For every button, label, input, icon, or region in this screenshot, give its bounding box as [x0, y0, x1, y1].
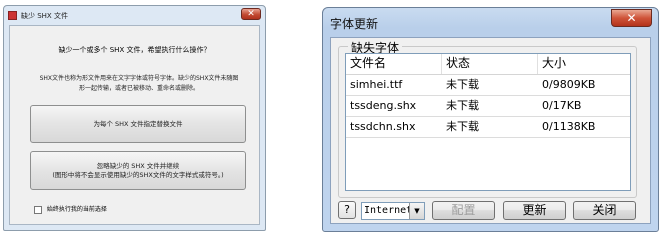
font-list: 文件名 状态 大小 simhei.ttf 未下载 0/9809KB tssden…: [345, 53, 631, 191]
dialog-body: 缺少一个或多个 SHX 文件，希望执行什么操作？ SHX文件也称为形文件用来在文…: [9, 25, 260, 225]
list-header: 文件名 状态 大小: [346, 54, 630, 75]
close-button[interactable]: 关闭: [573, 201, 636, 220]
specify-replacement-button[interactable]: 为每个 SHX 文件指定替换文件: [30, 105, 246, 143]
size-cell: 0/17KB: [542, 99, 582, 112]
status-cell: 未下载: [446, 99, 479, 112]
window-close-button[interactable]: ✕: [611, 9, 652, 27]
close-button[interactable]: ✕: [241, 8, 261, 20]
file-name-cell: tssdeng.shx: [350, 99, 417, 112]
question-text: 缺少一个或多个 SHX 文件，希望执行什么操作？: [58, 46, 211, 54]
list-row[interactable]: tssdeng.shx 未下载 0/17KB: [346, 96, 630, 117]
config-button[interactable]: 配置: [432, 201, 495, 220]
file-name-cell: simhei.ttf: [350, 78, 403, 91]
list-row[interactable]: simhei.ttf 未下载 0/9809KB: [346, 75, 630, 96]
explanation-line-2: 形一起传输，或者已被移动、重命名或删除。: [78, 85, 199, 92]
help-icon: ?: [344, 203, 350, 216]
always-do-current-checkbox[interactable]: [34, 205, 42, 214]
file-name-cell: tssdchn.shx: [350, 120, 416, 133]
list-row[interactable]: tssdchn.shx 未下载 0/1138KB: [346, 117, 630, 138]
status-cell: 未下载: [446, 120, 479, 133]
explanation-text: SHX文件也称为形文件用来在文字字体或符号字体。缺少的SHX文件未随图 形一起传…: [29, 74, 249, 94]
app-icon: [8, 11, 17, 20]
column-header-size[interactable]: 大小: [538, 54, 630, 74]
source-select[interactable]: Internet ▼: [361, 202, 425, 220]
help-button[interactable]: ?: [338, 201, 356, 219]
source-select-value: Internet: [364, 205, 413, 216]
close-icon: ✕: [626, 11, 637, 25]
ignore-and-continue-button[interactable]: 忽略缺少的 SHX 文件并继续 (图形中将不会显示使用缺少的SHX文件的文字样式…: [30, 151, 246, 190]
ignore-note: (图形中将不会显示使用缺少的SHX文件的文字样式或符号。): [52, 171, 224, 179]
size-cell: 0/9809KB: [542, 78, 596, 91]
explanation-line-1: SHX文件也称为形文件用来在文字字体或符号字体。缺少的SHX文件未随图: [39, 75, 239, 82]
ignore-label: 忽略缺少的 SHX 文件并继续: [96, 162, 180, 170]
size-cell: 0/1138KB: [542, 120, 596, 133]
always-do-current-label: 始终执行我的当前选择: [46, 206, 107, 213]
font-update-dialog: 字体更新 ✕ 缺失字体 文件名 状态 大小 simhei.ttf 未下载 0/9…: [322, 7, 659, 232]
dialog-title: 缺少 SHX 文件: [21, 12, 68, 20]
chevron-down-icon[interactable]: ▼: [409, 203, 424, 219]
status-cell: 未下载: [446, 78, 479, 91]
always-do-current-row: 始终执行我的当前选择: [34, 204, 107, 214]
dialog-title: 字体更新: [330, 17, 379, 31]
column-header-status[interactable]: 状态: [442, 54, 538, 74]
missing-shx-dialog: 缺少 SHX 文件 ✕ 缺少一个或多个 SHX 文件，希望执行什么操作？ SHX…: [3, 5, 266, 231]
dialog-body: 缺失字体 文件名 状态 大小 simhei.ttf 未下载 0/9809KB t…: [330, 37, 651, 224]
title-bar: 缺少 SHX 文件 ✕: [4, 6, 265, 24]
specify-replacement-label: 为每个 SHX 文件指定替换文件: [93, 120, 183, 128]
close-icon: ✕: [247, 9, 255, 19]
update-button[interactable]: 更新: [503, 201, 566, 220]
missing-fonts-group: 缺失字体 文件名 状态 大小 simhei.ttf 未下载 0/9809KB t…: [338, 39, 637, 198]
column-header-filename[interactable]: 文件名: [346, 54, 442, 74]
